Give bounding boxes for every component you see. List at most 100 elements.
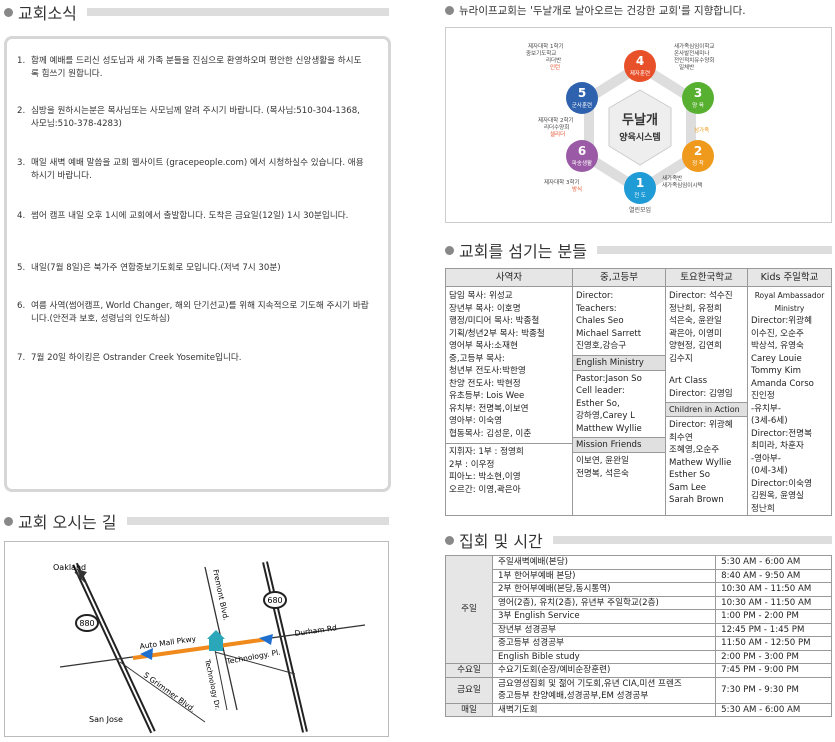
staff-line: 전명복, 석은숙 (576, 468, 629, 479)
schedule-section-title: 집회 및 시간 (445, 528, 832, 552)
svg-text:성가족: 성가족 (694, 126, 709, 134)
staff-line: 피아노: 박소현,이영 (449, 472, 521, 482)
schedule-row: 주일 주일새벽예배(본당) 5:30 AM - 6:00 AM (445, 555, 832, 664)
news-item: 5. 내일(7월 8일)은 북가주 연합중보기도회로 모입니다.(저녁 7시 30… (17, 263, 281, 273)
staff-col-ministers: 담임 목사: 위성교 장년부 목사: 이호명 행정/미디어 목사: 박종철 기획/청년… (445, 286, 573, 516)
staff-line: Art Class (669, 376, 708, 386)
day-label: 주일 (445, 555, 493, 664)
staff-line: 영아부: 이숙영 (449, 416, 503, 426)
staff-line: 석은숙, 윤완일 (669, 316, 722, 326)
english-ministry-label: English Ministry (573, 354, 665, 371)
svg-text:제자대학 3학기: 제자대학 3학기 (544, 178, 580, 186)
news-title: 교회소식 (18, 4, 77, 23)
vision-node-number: 1 (636, 176, 644, 190)
svg-text:전인적치유수양회: 전인적치유수양회 (674, 56, 714, 64)
service-time: 8:40 AM - 9:50 AM (715, 568, 832, 583)
staff-line: 김원옥, 윤영실 (751, 491, 804, 501)
svg-text:제자대학 2학기: 제자대학 2학기 (538, 116, 574, 124)
vision-node-number: 5 (578, 86, 586, 100)
staff-line: Michael Sarrett (576, 328, 642, 339)
day-label: 금요일 (445, 676, 493, 704)
service-name: 장년부 성경공부 (491, 622, 717, 637)
title-bar (126, 517, 389, 525)
service-name: 3부 English Service (491, 609, 717, 624)
vision-node-label: 제자훈련 (630, 69, 650, 77)
vision-node-label: 전 도 (634, 191, 646, 199)
service-time: 5:30 AM - 6:00 AM (715, 555, 832, 570)
vision-node-number: 6 (578, 144, 586, 158)
schedule-row: 영어(2층), 유치(2층), 유년부 주일학교(2층) 10:30 AM - 1… (446, 595, 832, 610)
svg-text:셀리더: 셀리더 (550, 130, 565, 138)
news-item: 1. 함께 예배를 드리신 성도님과 새 가족 분들을 진심으로 환영하오며 평안… (17, 56, 362, 79)
vision-node-label: 양 육 (692, 101, 704, 109)
staff-col-korean-school: Director: 석수진 정난희, 유정희 석은숙, 윤완일 곽은아, 이영미 양현정… (665, 286, 748, 516)
schedule-row: 중고등부 성경공부 11:50 AM - 12:50 PM (446, 636, 832, 651)
directions-title: 교회 오시는 길 (18, 513, 117, 532)
staff-col-youth: Director: Teachers: Chales Seo Michael Sa… (572, 286, 666, 516)
staff-line: Director: 석수진 (669, 291, 733, 301)
news-box: 1. 함께 예배를 드리신 성도님과 새 가족 분들을 진심으로 환영하오며 평안… (4, 36, 391, 492)
bullet-icon (4, 516, 13, 526)
service-time: 1:00 PM - 2:00 PM (715, 609, 832, 624)
center-title: 두날개 (622, 113, 658, 128)
staff-line: 조혜영,오순주 (669, 445, 720, 455)
staff-line: Director:전명복 (751, 428, 812, 439)
svg-text:새가족심임이학교: 새가족심임이학교 (674, 42, 714, 50)
staff-line: Director: 김영임 (669, 388, 733, 399)
staff-line: 정난희 (751, 503, 775, 514)
staff-line: 진영호,강승구 (576, 341, 627, 351)
staff-line: Chales Seo (576, 316, 624, 326)
service-time: 10:30 AM - 11:50 AM (715, 595, 832, 610)
staff-line: 최미라, 차훈자 (751, 441, 804, 451)
staff-line: Mathew Wyllie (669, 457, 732, 468)
staff-line: Sarah Brown (669, 495, 724, 505)
service-name: 2부 한어부예배(본당,동시통역) (491, 582, 717, 597)
staff-table: 사역자 중,고등부 토요한국학교 Kids 주일학교 담임 목사: 위성교 장년부… (445, 268, 832, 516)
title-bar (86, 8, 389, 16)
news-item: 6. 여름 사역(썸어캠프, World Changer, 해외 단기선교)를 위… (17, 301, 369, 324)
staff-line: 김수지 (669, 353, 693, 364)
service-time: 11:50 AM - 12:50 PM (715, 636, 832, 651)
staff-line: 오르간: 이영,곽은아 (449, 484, 521, 495)
staff-line: Tommy Kim (751, 366, 802, 376)
staff-line: Carey Louie (751, 353, 802, 364)
day-label: 수요일 (445, 663, 493, 678)
staff-line: Teachers: (576, 303, 617, 314)
staff-line: Royal Ambassador (754, 291, 825, 300)
news-item: 3. 매일 새벽 예배 말씀을 교회 웹사이트 (gracepeople.com)… (17, 158, 364, 181)
staff-line: Esther So (669, 470, 710, 480)
svg-text:인턴: 인턴 (550, 64, 560, 71)
san-jose-label: San Jose (89, 715, 123, 724)
svg-text:방식: 방식 (572, 185, 582, 193)
service-time: 5:30 AM - 6:00 AM (715, 702, 832, 717)
schedule-table: 주일 주일새벽예배(본당) 5:30 AM - 6:00 AM 1부 한어부예배 본당… (445, 555, 832, 717)
staff-line: -영아부- (751, 453, 781, 464)
grimmer-label: S Grimmer Blvd. (142, 670, 197, 714)
staff-section-title: 교회를 섬기는 분들 (445, 238, 832, 262)
news-item: 4. 썸어 캠프 내일 오후 1시에 교회에서 출발합니다. 도착은 금요일(12… (17, 211, 349, 221)
schedule-row: 매일 새벽기도회 5:30 AM - 6:00 AM (445, 702, 832, 717)
staff-line: 정난희, 유정희 (669, 303, 722, 314)
center-subtitle: 양육시스템 (619, 131, 660, 143)
oakland-label: Oakland (53, 563, 86, 572)
staff-line: 영어부 목사:소재현 (449, 341, 518, 351)
schedule-row: 수요일 수요기도회(순장/예비순장훈련) 7:45 PM - 9:00 PM (445, 663, 832, 678)
staff-line: Amanda Corso (751, 378, 814, 389)
schedule-row: 장년부 성경공부 12:45 PM - 1:45 PM (446, 622, 832, 637)
service-name: 중고등부 성경공부 (491, 636, 717, 651)
svg-text:새가족반: 새가족반 (662, 174, 682, 182)
staff-header: 중,고등부 (572, 268, 666, 287)
vision-graphic: 두날개 양육시스템 1전 도 2정 착 3양 육 4제자훈련 5군사훈련 6파송생활 제자… (526, 42, 714, 214)
children-in-action-label: Children in Action (666, 402, 747, 417)
staff-line: 진인정 (751, 391, 775, 401)
service-time: 2:00 PM - 3:00 PM (715, 649, 832, 664)
title-bar (552, 536, 832, 544)
technology-dr-label: Technology Dr. (203, 658, 222, 711)
staff-line: Director:위광혜 (751, 316, 812, 326)
schedule-row: 1부 한어부예배 본당) 8:40 AM - 9:50 AM (446, 568, 832, 583)
staff-line: 박상석, 유영숙 (751, 341, 804, 351)
staff-line: 이보연, 윤완일 (576, 456, 629, 466)
vision-node-number: 3 (694, 86, 702, 100)
vision-node-label: 군사훈련 (572, 101, 592, 109)
bullet-icon (445, 535, 454, 545)
